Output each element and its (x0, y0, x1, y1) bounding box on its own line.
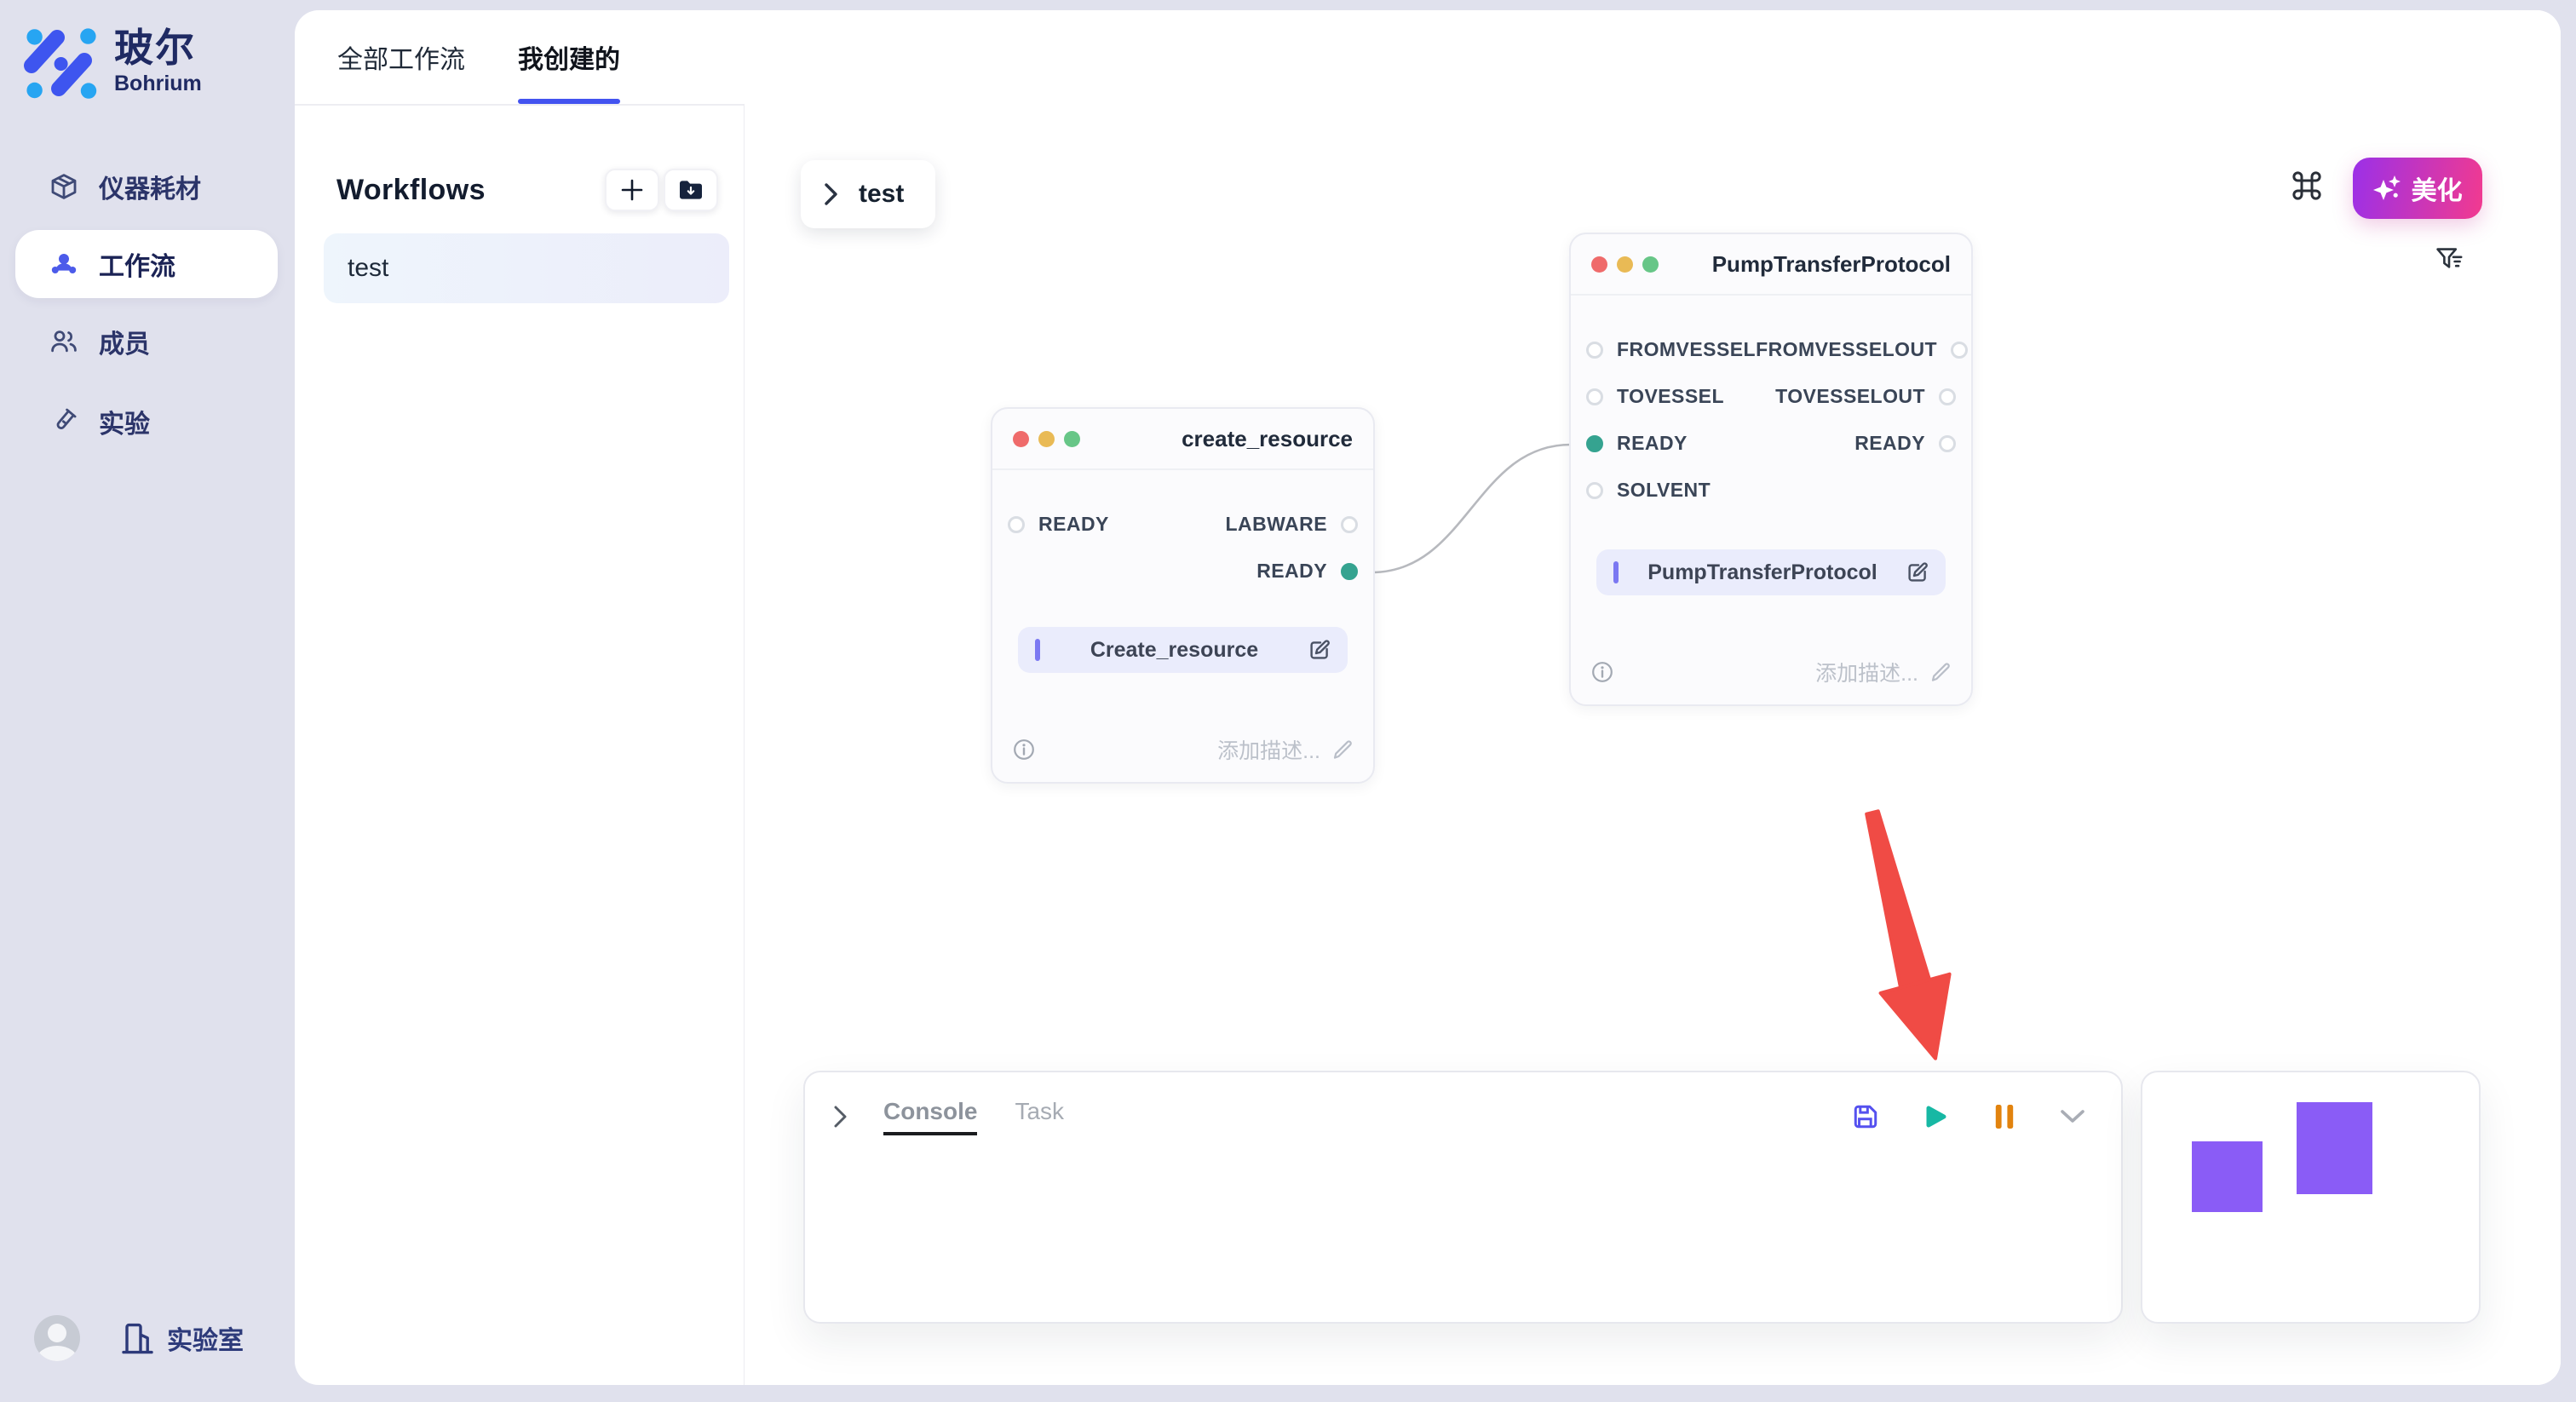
port-label: TOVESSELOUT (1775, 385, 1925, 408)
edit-icon[interactable] (1906, 561, 1929, 583)
folder-download-icon (678, 179, 704, 201)
sidebar-item-workflow[interactable]: 工作流 (15, 230, 278, 298)
workflow-list-item-test[interactable]: test (324, 233, 729, 303)
plus-icon (621, 179, 643, 201)
tab-all-workflows[interactable]: 全部工作流 (337, 10, 465, 104)
node-pump-transfer-protocol[interactable]: PumpTransferProtocol FROMVESSEL FROMVESS… (1569, 233, 1973, 706)
info-icon[interactable] (1013, 738, 1035, 761)
port-label: LABWARE (1226, 513, 1328, 536)
node-title: PumpTransferProtocol (1712, 251, 1951, 278)
import-folder-button[interactable] (664, 169, 718, 211)
avatar[interactable] (34, 1315, 80, 1361)
lab-switcher[interactable]: 实验室 (121, 1319, 244, 1357)
add-workflow-button[interactable] (605, 169, 659, 211)
panel-title: Workflows (336, 174, 486, 207)
tab-created-by-me[interactable]: 我创建的 (518, 10, 620, 104)
tab-task[interactable]: Task (1015, 1098, 1064, 1135)
port-label: READY (1256, 560, 1327, 583)
building-icon (121, 1320, 155, 1356)
lab-label: 实验室 (167, 1319, 244, 1357)
yellow-dot-icon (1038, 431, 1055, 447)
output-port-connected[interactable] (1341, 563, 1358, 580)
brand-name-en: Bohrium (114, 72, 202, 96)
test-tube-icon (49, 407, 78, 436)
node-traffic-lights (1591, 256, 1659, 273)
input-port[interactable] (1586, 482, 1603, 499)
console-expand-icon[interactable] (834, 1106, 848, 1128)
chevron-right-icon (825, 183, 838, 205)
sidebar-item-label: 成员 (99, 323, 150, 360)
bohrium-logo-icon (24, 26, 99, 101)
edit-icon[interactable] (1308, 639, 1331, 661)
sidebar-item-label: 实验 (99, 403, 150, 440)
minimap-node (2297, 1102, 2372, 1194)
package-icon (49, 172, 78, 201)
run-button[interactable] (1923, 1104, 1949, 1129)
sidebar-nav: 仪器耗材 工作流 成员 (0, 150, 295, 458)
port-label: FROMVESSELOUT (1756, 338, 1937, 361)
output-port[interactable] (1939, 388, 1956, 405)
sidebar: 玻尔 Bohrium 仪器耗材 工作流 (0, 0, 295, 1402)
node-create-resource[interactable]: create_resource READY LABWARE READY Crea… (991, 407, 1375, 784)
brand-logo[interactable]: 玻尔 Bohrium (24, 26, 202, 101)
port-label: FROMVESSEL (1617, 338, 1756, 361)
port-label: SOLVENT (1617, 479, 1711, 502)
pencil-icon[interactable] (1332, 739, 1353, 760)
sidebar-item-members[interactable]: 成员 (0, 305, 295, 378)
command-palette-icon[interactable] (2291, 170, 2322, 201)
node-action-button[interactable]: Create_resource (1018, 627, 1348, 673)
yellow-dot-icon (1617, 256, 1633, 273)
sidebar-item-label: 仪器耗材 (99, 168, 201, 205)
input-port-connected[interactable] (1586, 435, 1603, 452)
port-label: READY (1038, 513, 1109, 536)
input-port[interactable] (1008, 516, 1025, 533)
node-description-placeholder[interactable]: 添加描述... (1815, 657, 1918, 687)
node-title: create_resource (1182, 426, 1353, 452)
node-action-label: Create_resource (1040, 638, 1308, 663)
minimap-node (2192, 1141, 2263, 1212)
workflow-group-icon (49, 250, 78, 278)
main-content: 全部工作流 我创建的 Workflows (295, 10, 2561, 1385)
sidebar-item-experiments[interactable]: 实验 (0, 385, 295, 458)
output-port[interactable] (1951, 342, 1968, 359)
output-port[interactable] (1341, 516, 1358, 533)
port-label: TOVESSEL (1617, 385, 1724, 408)
users-icon (49, 328, 78, 355)
beautify-button[interactable]: 美化 (2353, 158, 2482, 219)
sidebar-item-instruments[interactable]: 仪器耗材 (0, 150, 295, 223)
breadcrumb-label: test (859, 180, 904, 209)
tab-console[interactable]: Console (883, 1098, 977, 1135)
input-port[interactable] (1586, 388, 1603, 405)
green-dot-icon (1064, 431, 1080, 447)
save-button[interactable] (1852, 1103, 1879, 1130)
breadcrumb[interactable]: test (801, 160, 935, 228)
workflow-list-panel: Workflows test (295, 104, 744, 1385)
red-dot-icon (1013, 431, 1029, 447)
workflow-canvas[interactable]: test create_resource READY LABWARE (745, 10, 2561, 1385)
info-icon[interactable] (1591, 661, 1613, 683)
collapse-panel-icon[interactable] (2060, 1109, 2085, 1124)
input-port[interactable] (1586, 342, 1603, 359)
node-action-label: PumpTransferProtocol (1619, 560, 1906, 585)
minimap[interactable] (2141, 1071, 2481, 1324)
sidebar-item-label: 工作流 (99, 245, 175, 283)
port-label: READY (1854, 432, 1925, 455)
beautify-label: 美化 (2412, 170, 2463, 207)
node-action-button[interactable]: PumpTransferProtocol (1596, 549, 1946, 595)
app-root: 玻尔 Bohrium 仪器耗材 工作流 (0, 0, 2576, 1402)
pause-button[interactable] (1993, 1103, 2015, 1130)
output-port[interactable] (1939, 435, 1956, 452)
node-description-placeholder[interactable]: 添加描述... (1217, 734, 1320, 765)
console-panel: Console Task (803, 1071, 2123, 1324)
filter-icon[interactable] (2436, 245, 2465, 274)
sparkles-icon (2372, 174, 2401, 203)
pencil-icon[interactable] (1930, 662, 1951, 682)
red-dot-icon (1591, 256, 1607, 273)
green-dot-icon (1642, 256, 1659, 273)
node-traffic-lights (1013, 431, 1080, 447)
brand-name-zh: 玻尔 (114, 26, 202, 70)
port-label: READY (1617, 432, 1688, 455)
account-row: 实验室 (34, 1315, 244, 1361)
workflow-item-name: test (348, 254, 388, 283)
